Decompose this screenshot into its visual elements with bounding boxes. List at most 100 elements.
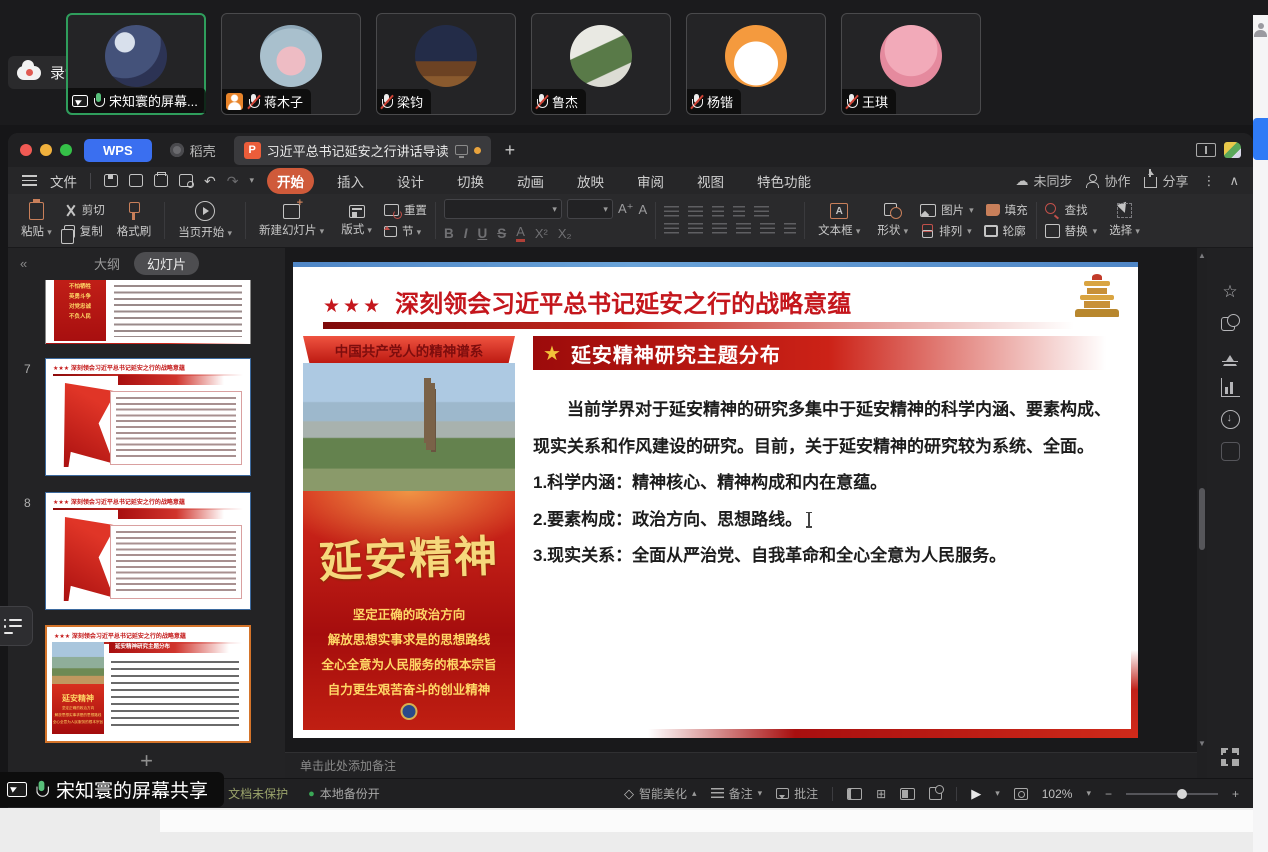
- print-icon[interactable]: [154, 174, 168, 187]
- global-menu-icon[interactable]: [22, 175, 37, 186]
- undo-icon[interactable]: ↶: [204, 174, 216, 188]
- collapse-panel-icon[interactable]: «: [20, 256, 27, 271]
- menu-insert[interactable]: 插入: [327, 168, 374, 194]
- zoom-level[interactable]: 102%: [1042, 787, 1073, 801]
- menu-design[interactable]: 设计: [387, 168, 434, 194]
- slide-thumbnail-current[interactable]: ★★★ 深刻领会习近平总书记延安之行的战略意蕴 延安精神研究主题分布 延安精神 …: [45, 625, 251, 743]
- convert-shape-icon[interactable]: [1221, 314, 1240, 333]
- tab-document[interactable]: P 习近平总书记延安之行讲话导读: [234, 136, 491, 165]
- floating-list-handle[interactable]: [0, 606, 33, 646]
- task-window-grid-icon[interactable]: [1221, 748, 1239, 766]
- scroll-up-icon[interactable]: ▲: [1198, 251, 1206, 260]
- menu-transition[interactable]: 切换: [447, 168, 494, 194]
- font-family-select[interactable]: ▾: [444, 199, 562, 219]
- participant-tile-song-screen[interactable]: 宋知寰的屏幕...: [66, 13, 206, 115]
- slide-thumbnail-6[interactable]: 坚守理想践行初心 担当使命不怕牺牲 英勇斗争对党忠诚 不负人民: [45, 280, 251, 344]
- reset-button[interactable]: 重置: [384, 202, 427, 218]
- layout-button[interactable]: 版式 ▾: [336, 197, 377, 244]
- distribute-icon[interactable]: [760, 223, 775, 235]
- more-menu-icon[interactable]: ⋮: [1202, 173, 1215, 189]
- vertical-scrollbar[interactable]: ▲ ▼: [1197, 248, 1207, 778]
- menu-special-features[interactable]: 特色功能: [747, 168, 821, 194]
- minimize-window-button[interactable]: [40, 144, 52, 156]
- tab-outline[interactable]: 大纲: [94, 254, 120, 273]
- normal-view-icon[interactable]: [847, 788, 862, 800]
- zoom-slider[interactable]: [1126, 793, 1218, 795]
- slide-thumbnail-7[interactable]: ★★★ 深刻领会习近平总书记延安之行的战略意蕴: [45, 358, 251, 476]
- menu-animation[interactable]: 动画: [507, 168, 554, 194]
- slide-body-text[interactable]: 当前学界对于延安精神的研究多集中于延安精神的科学内涵、要素构成、现实关系和作风建…: [533, 392, 1124, 575]
- format-painter-button[interactable]: 格式刷: [112, 197, 157, 244]
- participant-tile-wangqi[interactable]: 王琪: [841, 13, 981, 115]
- output-icon[interactable]: [129, 174, 143, 187]
- share-button[interactable]: 分享: [1144, 171, 1188, 190]
- wps-vip-icon[interactable]: [1224, 142, 1241, 158]
- redo-icon[interactable]: ↷: [227, 174, 239, 188]
- scroll-down-icon[interactable]: ▼: [1198, 739, 1206, 748]
- theme-icon[interactable]: [929, 787, 942, 800]
- italic-button[interactable]: I: [464, 226, 468, 241]
- menu-home[interactable]: 开始: [267, 168, 314, 194]
- download-icon[interactable]: [1221, 410, 1240, 429]
- sync-status[interactable]: ☁ 未同步: [1015, 171, 1072, 190]
- play-from-current-button[interactable]: 当页开始 ▾: [173, 197, 237, 244]
- subscript-button[interactable]: X₂: [558, 226, 572, 241]
- maximize-window-button[interactable]: [60, 144, 72, 156]
- slide-thumbnail-8[interactable]: ★★★ 深刻领会习近平总书记延安之行的战略意蕴 源于红色血脉: [45, 492, 251, 610]
- line-spacing-icon[interactable]: [754, 206, 769, 218]
- add-slide-button[interactable]: +: [8, 750, 285, 772]
- print-preview-icon[interactable]: [179, 174, 193, 187]
- collapse-ribbon-icon[interactable]: ∧: [1229, 173, 1239, 189]
- comment-button[interactable]: 批注: [776, 785, 818, 802]
- participant-tile-jiangmuzi[interactable]: 蒋木子: [221, 13, 361, 115]
- resource-icon[interactable]: [1221, 346, 1240, 365]
- side-panel-blue-tab[interactable]: [1253, 118, 1268, 160]
- align-center-icon[interactable]: [688, 223, 703, 235]
- copy-button[interactable]: 复制: [64, 223, 105, 239]
- menu-file[interactable]: 文件: [50, 171, 77, 191]
- chart-icon[interactable]: [1221, 378, 1240, 397]
- tab-docer[interactable]: 稻壳: [160, 136, 226, 165]
- participants-icon[interactable]: [1254, 23, 1267, 37]
- select-button[interactable]: 选择 ▾: [1104, 197, 1145, 244]
- new-slide-button[interactable]: 新建幻灯片 ▾: [254, 197, 329, 244]
- zoom-dropdown-icon[interactable]: ▾: [1086, 788, 1091, 799]
- backup-status[interactable]: ● 本地备份开: [308, 785, 380, 802]
- align-right-icon[interactable]: [712, 223, 727, 235]
- quickbar-dropdown-icon[interactable]: ▾: [249, 175, 254, 186]
- increase-indent-icon[interactable]: [733, 206, 745, 218]
- paste-button[interactable]: 粘贴 ▾: [16, 197, 57, 244]
- protection-status[interactable]: ⊗ 文档未保护: [213, 785, 288, 802]
- cut-button[interactable]: 剪切: [64, 202, 105, 218]
- slide-canvas[interactable]: ★★★ 深刻领会习近平总书记延安之行的战略意蕴 中国共产党人的精神谱系 延安精神: [293, 262, 1138, 738]
- shapes-button[interactable]: 形状 ▾: [872, 197, 913, 244]
- participant-tile-yangkai[interactable]: 杨锴: [686, 13, 826, 115]
- scrollbar-thumb[interactable]: [1199, 488, 1205, 550]
- bold-button[interactable]: B: [444, 226, 454, 241]
- notes-bar[interactable]: 单击此处添加备注: [285, 752, 1197, 778]
- zoom-slider-knob[interactable]: [1177, 789, 1187, 799]
- section-button[interactable]: 节 ▾: [384, 223, 427, 239]
- menu-slideshow[interactable]: 放映: [567, 168, 614, 194]
- find-button[interactable]: 查找: [1045, 202, 1098, 218]
- participant-tile-lujie[interactable]: 鲁杰: [531, 13, 671, 115]
- save-icon[interactable]: [104, 174, 118, 187]
- font-size-select[interactable]: ▾: [567, 199, 613, 219]
- bullets-icon[interactable]: [664, 206, 679, 218]
- collaborate-button[interactable]: 协作: [1086, 171, 1130, 190]
- textbox-button[interactable]: A 文本框 ▾: [813, 197, 865, 244]
- reading-view-icon[interactable]: [900, 788, 915, 800]
- shrink-font-icon[interactable]: A: [638, 202, 647, 217]
- fit-to-window-icon[interactable]: [1014, 788, 1028, 800]
- align-left-icon[interactable]: [664, 223, 679, 235]
- tab-slides[interactable]: 幻灯片: [134, 252, 199, 275]
- play-slideshow-button[interactable]: ▶: [971, 786, 981, 802]
- member-badge-icon[interactable]: ☆: [1221, 282, 1240, 301]
- menu-view[interactable]: 视图: [687, 168, 734, 194]
- notes-button[interactable]: 备注 ▾: [711, 785, 763, 802]
- close-window-button[interactable]: [20, 144, 32, 156]
- smart-beautify-button[interactable]: ◇ 智能美化 ▴: [624, 785, 697, 802]
- new-tab-button[interactable]: +: [499, 141, 522, 159]
- arrange-button[interactable]: 排列 ▾: [920, 223, 972, 239]
- underline-button[interactable]: U: [477, 226, 487, 241]
